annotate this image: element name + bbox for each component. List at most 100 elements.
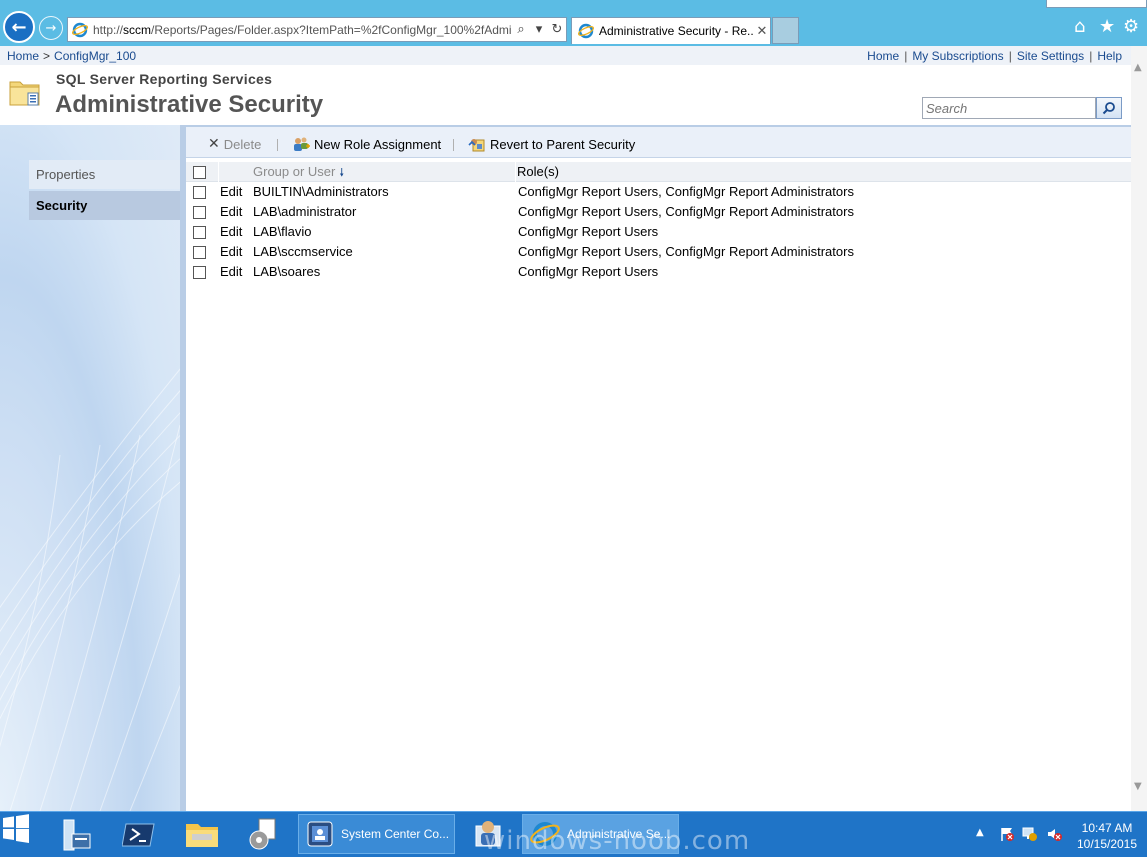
group-or-user-header[interactable]: Group or User 🠗	[253, 164, 344, 183]
breadcrumb-folder-link[interactable]: ConfigMgr_100	[54, 49, 136, 63]
row-checkbox[interactable]	[193, 186, 206, 199]
breadcrumb: Home > ConfigMgr_100	[7, 49, 136, 63]
page-header: SQL Server Reporting Services Administra…	[0, 65, 1131, 125]
volume-muted-icon[interactable]	[1046, 826, 1062, 842]
delete-button[interactable]: ✕ Delete	[208, 136, 261, 152]
search-icon[interactable]: ⌕	[512, 22, 530, 37]
row-checkbox[interactable]	[193, 226, 206, 239]
users-add-icon	[294, 137, 310, 151]
search-icon	[1102, 102, 1115, 115]
app-name: SQL Server Reporting Services	[56, 71, 273, 87]
browser-tab-active[interactable]: Administrative Security - Re... ✕	[571, 17, 771, 44]
global-links: Home | My Subscriptions | Site Settings | Help	[867, 49, 1122, 63]
revert-to-parent-button[interactable]: Revert to Parent Security	[468, 136, 635, 152]
star-icon[interactable]: ★	[1099, 16, 1115, 37]
breadcrumb-separator: >	[43, 49, 51, 63]
config-tool-icon[interactable]	[245, 816, 281, 852]
roles-header: Role(s)	[517, 164, 559, 179]
scroll-up-icon[interactable]: ▲	[1134, 62, 1142, 73]
ie-icon	[72, 22, 88, 37]
home-link[interactable]: Home	[867, 49, 899, 63]
my-subscriptions-link[interactable]: My Subscriptions	[912, 49, 1003, 63]
main-content: ✕ Delete New Role Assignment Revert to Pa…	[186, 125, 1131, 811]
select-all-checkbox[interactable]	[193, 166, 206, 179]
table-row: Edit BUILTIN\Administrators ConfigMgr Repo…	[186, 182, 1131, 202]
refresh-icon[interactable]: ↻	[548, 22, 566, 37]
site-settings-link[interactable]: Site Settings	[1017, 49, 1084, 63]
new-tab-button[interactable]	[772, 17, 799, 44]
page-content: Home > ConfigMgr_100 Home | My Subscriptions…	[0, 46, 1131, 811]
breadcrumb-bar: Home > ConfigMgr_100 Home | My Subscriptions…	[0, 46, 1131, 65]
home-icon[interactable]: ⌂	[1074, 16, 1085, 37]
gear-icon[interactable]: ⚙	[1123, 16, 1139, 37]
vertical-scrollbar[interactable]: ▲ ▼	[1131, 46, 1147, 811]
group-or-user-cell: LAB\flavio	[253, 224, 312, 239]
breadcrumb-home-link[interactable]: Home	[7, 49, 39, 63]
edit-link[interactable]: Edit	[220, 224, 242, 239]
network-icon[interactable]	[1022, 826, 1038, 842]
group-or-user-cell: LAB\sccmservice	[253, 244, 353, 259]
show-hidden-icons-icon[interactable]: ▲	[976, 827, 984, 838]
clock-time: 10:47 AM	[1081, 821, 1133, 835]
roles-cell: ConfigMgr Report Users, ConfigMgr Report…	[518, 244, 854, 259]
security-toolbar: ✕ Delete New Role Assignment Revert to Pa…	[186, 125, 1131, 158]
page-title: Administrative Security	[55, 91, 324, 118]
file-explorer-icon[interactable]	[184, 818, 220, 850]
arrow-right-icon: →	[45, 20, 57, 36]
arrow-left-icon: ←	[11, 16, 27, 38]
table-header: Group or User 🠗 Role(s)	[186, 162, 1131, 182]
table-row: Edit LAB\flavio ConfigMgr Report Users	[186, 222, 1131, 242]
edit-link[interactable]: Edit	[220, 244, 242, 259]
search-button[interactable]	[1096, 97, 1122, 119]
table-row: Edit LAB\soares ConfigMgr Report Users	[186, 262, 1131, 282]
delete-x-icon: ✕	[208, 136, 220, 152]
windows-start-icon[interactable]	[0, 812, 32, 844]
tab-title: Administrative Security - Re...	[599, 24, 754, 38]
action-center-flag-icon[interactable]	[999, 826, 1015, 842]
address-url[interactable]: http://sccm/Reports/Pages/Folder.aspx?It…	[93, 23, 512, 37]
table-row: Edit LAB\sccmservice ConfigMgr Report User…	[186, 242, 1131, 262]
row-checkbox[interactable]	[193, 246, 206, 259]
close-icon[interactable]: ✕	[754, 23, 770, 39]
scroll-down-icon[interactable]: ▼	[1134, 781, 1142, 792]
tab-security[interactable]: Security	[29, 191, 180, 220]
toolbar-separator	[277, 139, 278, 151]
table-row: Edit LAB\administrator ConfigMgr Report Us…	[186, 202, 1131, 222]
tab-properties[interactable]: Properties	[29, 160, 180, 189]
dropdown-arrow-icon[interactable]: ▾	[530, 22, 548, 37]
watermark-text: windows-noob.com	[484, 826, 751, 856]
group-or-user-cell: BUILTIN\Administrators	[253, 184, 389, 199]
ie-icon	[578, 23, 594, 39]
background-pattern	[0, 368, 180, 811]
new-role-assignment-button[interactable]: New Role Assignment	[292, 136, 441, 152]
row-checkbox[interactable]	[193, 266, 206, 279]
revert-security-icon	[468, 139, 485, 152]
back-button[interactable]: ←	[3, 11, 35, 43]
roles-cell: ConfigMgr Report Users, ConfigMgr Report…	[518, 204, 854, 219]
forward-button[interactable]: →	[39, 16, 63, 40]
system-center-icon	[307, 821, 333, 847]
taskbar-app-system-center[interactable]: System Center Co...	[298, 814, 455, 854]
edit-link[interactable]: Edit	[220, 204, 242, 219]
left-navigation-pane: Properties Security	[0, 125, 180, 811]
group-or-user-cell: LAB\soares	[253, 264, 321, 279]
window-controls[interactable]	[1046, 0, 1147, 8]
folder-icon	[9, 81, 40, 106]
edit-link[interactable]: Edit	[220, 184, 242, 199]
server-manager-icon[interactable]	[58, 816, 96, 854]
row-checkbox[interactable]	[193, 206, 206, 219]
roles-cell: ConfigMgr Report Users	[518, 264, 659, 279]
sort-descending-icon: 🠗	[339, 166, 345, 179]
powershell-icon[interactable]	[122, 820, 156, 850]
search-input[interactable]	[922, 97, 1096, 119]
clock-date: 10/15/2015	[1076, 837, 1138, 851]
roles-cell: ConfigMgr Report Users	[518, 224, 659, 239]
roles-cell: ConfigMgr Report Users, ConfigMgr Report…	[518, 184, 854, 199]
browser-toolbar: ← → http://sccm/Reports/Pages/Folder.asp…	[0, 0, 1147, 46]
group-or-user-cell: LAB\administrator	[253, 204, 357, 219]
help-link[interactable]: Help	[1097, 49, 1122, 63]
system-clock[interactable]: 10:47 AM 10/15/2015	[1076, 820, 1138, 852]
address-bar[interactable]: http://sccm/Reports/Pages/Folder.aspx?It…	[67, 17, 567, 42]
toolbar-separator	[453, 139, 454, 151]
edit-link[interactable]: Edit	[220, 264, 242, 279]
